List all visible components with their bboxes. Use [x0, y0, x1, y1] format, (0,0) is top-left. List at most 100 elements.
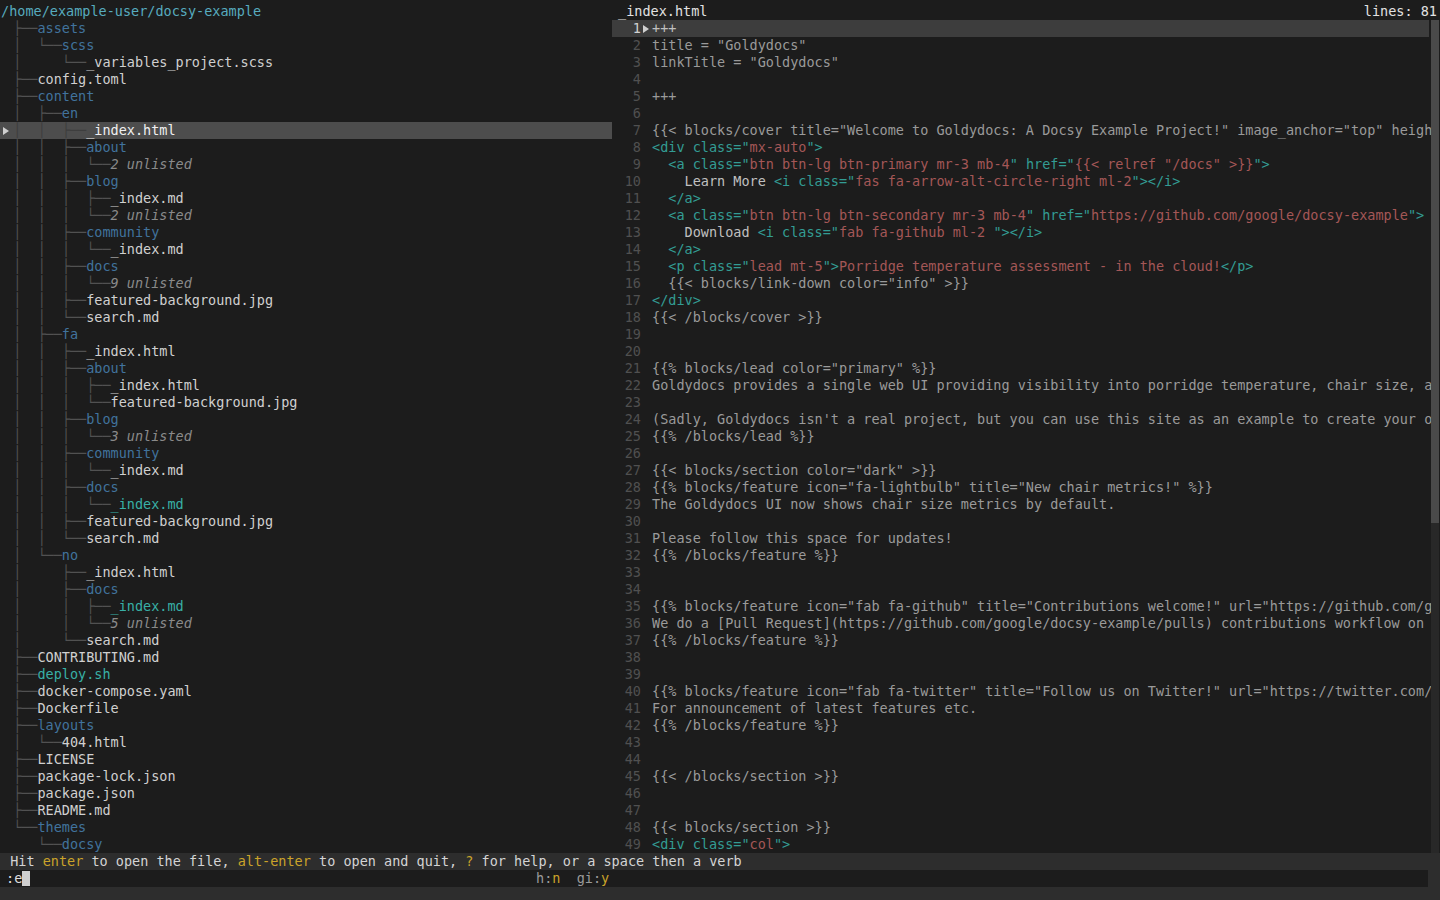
tree-row-file[interactable]: │ │ │ └──_index.md [0, 241, 612, 258]
tree-entry-name: no [62, 547, 78, 563]
tree-row-dir[interactable]: │ └──scss [0, 37, 612, 54]
tree-entry-name: 5 unlisted [111, 615, 192, 631]
tree-row-file[interactable]: ├──docker-compose.yaml [0, 683, 612, 700]
tree-row-file[interactable]: │ └──search.md [0, 632, 612, 649]
tree-row-file[interactable]: ├──deploy.sh [0, 666, 612, 683]
line-number: 17 [612, 292, 641, 309]
tree-row-dir[interactable]: │ │ ├──blog [0, 173, 612, 190]
tree-row-file[interactable]: │ │ │ └──featured-background.jpg [0, 394, 612, 411]
tree-row-dir[interactable]: │ ├──en [0, 105, 612, 122]
tree-entry-name: featured-background.jpg [86, 513, 273, 529]
tree-row-dir[interactable]: ├──layouts [0, 717, 612, 734]
line-number: 4 [612, 71, 641, 88]
tree-row-dir[interactable]: │ │ ├──about [0, 139, 612, 156]
tree-row-dir[interactable]: │ │ ├──community [0, 224, 612, 241]
tree-entry-name: Dockerfile [37, 700, 118, 716]
tree-branch-lines: ├── [13, 71, 37, 87]
tree-row-file[interactable]: ├──package.json [0, 785, 612, 802]
preview-scrollbar[interactable] [1431, 20, 1439, 853]
tree-row-file[interactable]: │ │ ├──_index.md [0, 598, 612, 615]
tree-row-dir[interactable]: │ │ ├──docs [0, 479, 612, 496]
tree-entry-name: _index.md [111, 190, 184, 206]
tree-entry-name: about [86, 360, 127, 376]
tree-row-dir[interactable]: └──themes [0, 819, 612, 836]
code-span: btn btn-lg btn-secondary mr-3 mb-4 [750, 207, 1026, 223]
line-number: 27 [612, 462, 641, 479]
tree-row-file[interactable]: │ │ │ └──2 unlisted [0, 207, 612, 224]
code-span: Please follow this space for updates! [652, 530, 953, 546]
tree-row-file[interactable]: │ │ ├──featured-background.jpg [0, 292, 612, 309]
preview-selection-arrow-icon [643, 25, 649, 33]
line-number: 8 [612, 139, 641, 156]
tree-row-file[interactable]: │ │ │ └──9 unlisted [0, 275, 612, 292]
code-span: {{< blocks/cover title="Welcome to Goldy… [652, 122, 1432, 138]
line-number: 44 [612, 751, 641, 768]
line-number: 3 [612, 54, 641, 71]
code-span: </p> [1221, 258, 1254, 274]
tree-row-file[interactable]: ├──Dockerfile [0, 700, 612, 717]
tree-entry-name: search.md [86, 632, 159, 648]
tree-row-file[interactable]: ├──README.md [0, 802, 612, 819]
tree-row-file[interactable]: │ └──_variables_project.scss [0, 54, 612, 71]
tree-row-file[interactable]: │ │ │ └──_index.md [0, 462, 612, 479]
tree-row-file[interactable]: │ │ │ ├──_index.html [0, 377, 612, 394]
tree-branch-lines: │ └── [13, 37, 62, 53]
tree-row-file[interactable]: │ ├──_index.html [0, 564, 612, 581]
code-span: <div class=" [652, 836, 750, 852]
line-number: 42 [612, 717, 641, 734]
tree-row-file[interactable]: │ │ │ └──3 unlisted [0, 428, 612, 445]
tree-row-file[interactable]: │ └──404.html [0, 734, 612, 751]
code-line: 2title = "Goldydocs" [612, 37, 1440, 54]
tree-row-dir[interactable]: ├──content [0, 88, 612, 105]
line-number: 40 [612, 683, 641, 700]
preview-lines-count: lines: 81 [1364, 3, 1437, 20]
tree-branch-lines: │ │ ├── [13, 139, 86, 155]
line-number: 21 [612, 360, 641, 377]
tree-row-file[interactable]: │ │ │ └──_index.md [0, 496, 612, 513]
root-path[interactable]: /home/example-user/docsy-example [1, 3, 613, 20]
code-span: {{< blocks/link-down color="info" >}} [652, 275, 969, 291]
code-span: <p class=" [652, 258, 750, 274]
tree-row-file[interactable]: │ │ ├──_index.html [0, 343, 612, 360]
preview-header: _index.htmllines: 81 [612, 3, 1440, 20]
tree-row-file[interactable]: ├──package-lock.json [0, 768, 612, 785]
tree-row-dir[interactable]: │ │ ├──docs [0, 258, 612, 275]
tree-branch-lines: │ │ ├── [13, 292, 86, 308]
code-span: <div class=" [652, 139, 750, 155]
tree-row-dir[interactable]: │ │ ├──blog [0, 411, 612, 428]
tree-row-file[interactable]: │ │ ├──_index.html [0, 122, 612, 139]
tree-row-dir[interactable]: │ │ ├──about [0, 360, 612, 377]
tree-row-dir[interactable]: │ ├──fa [0, 326, 612, 343]
tree-branch-lines: │ │ │ └── [13, 241, 111, 257]
tree-row-dir[interactable]: │ ├──docs [0, 581, 612, 598]
tree-row-dir[interactable]: │ └──no [0, 547, 612, 564]
tree-row-file[interactable]: ├──config.toml [0, 71, 612, 88]
tree-branch-lines: │ ├── [13, 564, 86, 580]
code-span: {{% /blocks/feature %}} [652, 632, 839, 648]
tree-entry-name: _index.html [86, 343, 175, 359]
status-segment: enter [43, 853, 84, 869]
tree-row-file[interactable]: │ │ │ └──2 unlisted [0, 156, 612, 173]
tree-row-file[interactable]: ├──CONTRIBUTING.md [0, 649, 612, 666]
tree-row-file[interactable]: │ │ └──search.md [0, 309, 612, 326]
tree-branch-lines: │ │ │ └── [13, 462, 111, 478]
tree-branch-lines: │ │ │ └── [13, 275, 111, 291]
line-number: 22 [612, 377, 641, 394]
tree-row-dir[interactable]: └──docsy [0, 836, 612, 853]
preview-scrollbar-thumb[interactable] [1431, 20, 1439, 523]
status-segment: to open the file, [83, 853, 237, 869]
tree-entry-name: featured-background.jpg [86, 292, 273, 308]
tree-branch-lines: ├── [13, 683, 37, 699]
tree-row-file[interactable]: │ │ │ ├──_index.md [0, 190, 612, 207]
tree-row-file[interactable]: ├──LICENSE [0, 751, 612, 768]
tree-row-file[interactable]: │ │ └──search.md [0, 530, 612, 547]
command-input[interactable]: :e [0, 870, 1428, 887]
code-span: "> [806, 139, 822, 155]
tree-row-file[interactable]: │ │ └──5 unlisted [0, 615, 612, 632]
code-span: linkTitle = "Goldydocs" [652, 54, 839, 70]
tree-entry-name: search.md [86, 530, 159, 546]
tree-row-dir[interactable]: ├──assets [0, 20, 612, 37]
tree-row-dir[interactable]: │ │ ├──community [0, 445, 612, 462]
tree-branch-lines: │ │ ├── [13, 360, 86, 376]
tree-row-file[interactable]: │ │ ├──featured-background.jpg [0, 513, 612, 530]
